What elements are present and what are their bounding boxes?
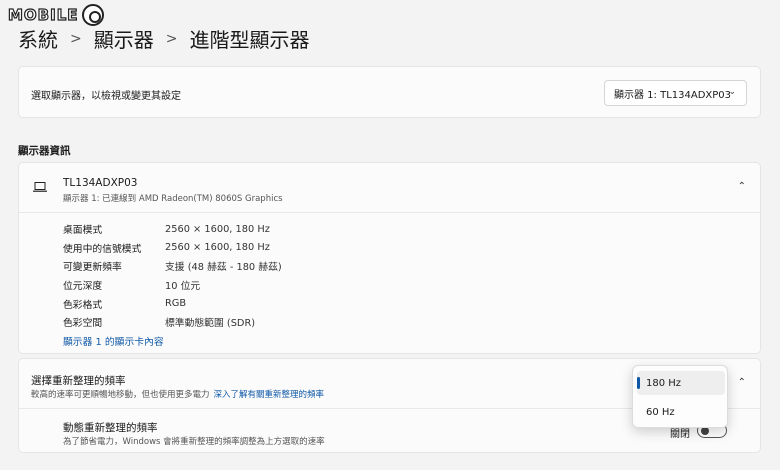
refresh-rate-subtitle: 較高的速率可更順暢地移動，但也使用更多電力 深入了解有關重新整理的頻率 — [31, 390, 325, 400]
breadcrumb: 系統 > 顯示器 > 進階型顯示器 — [18, 24, 309, 53]
refresh-rate-title: 選擇重新整理的頻率 — [31, 375, 126, 387]
monitor-connection: 顯示器 1: 已連線到 AMD Radeon(TM) 8060S Graphic… — [63, 194, 283, 204]
info-row: 色彩空間 標準動態範圍 (SDR) — [63, 318, 256, 330]
learn-more-link[interactable]: 深入了解有關重新整理的頻率 — [214, 390, 325, 400]
display-info-card: TL134ADXP03 顯示器 1: 已連線到 AMD Radeon(TM) 8… — [18, 162, 761, 354]
section-title: 顯示器資訊 — [18, 145, 71, 157]
chevron-right-icon: > — [165, 30, 178, 47]
toggle-knob — [701, 427, 709, 435]
refresh-option-60[interactable]: 60 Hz — [637, 400, 725, 424]
logo-mark-icon — [81, 4, 104, 26]
refresh-option-180[interactable]: 180 Hz — [637, 371, 725, 395]
display-select-card: 選取顯示器，以檢視或變更其設定 顯示器 1: TL134ADXP03 ⌄ — [18, 66, 761, 118]
info-row: 使用中的信號模式 2560 × 1600, 180 Hz — [63, 242, 270, 255]
chevron-up-icon[interactable]: ⌃ — [738, 377, 746, 388]
chevron-right-icon: > — [70, 30, 82, 47]
chevron-down-icon: ⌄ — [728, 87, 736, 97]
breadcrumb-item-system[interactable]: 系統 — [18, 24, 58, 53]
dynamic-refresh-title: 動態重新整理的頻率 — [63, 422, 158, 434]
watermark-logo: MOBILE — [7, 4, 104, 26]
info-row: 桌面模式 2560 × 1600, 180 Hz — [63, 223, 270, 237]
chevron-up-icon[interactable]: ⌃ — [738, 181, 746, 192]
display-select-dropdown[interactable]: 顯示器 1: TL134ADXP03 ⌄ — [604, 80, 747, 106]
monitor-name: TL134ADXP03 — [63, 177, 138, 189]
display-select-value: 顯示器 1: TL134ADXP03 — [614, 89, 732, 101]
info-row: 位元深度 10 位元 — [63, 281, 201, 293]
info-row: 色彩格式 RGB — [63, 298, 187, 311]
info-row: 可變更新頻率 支援 (48 赫茲 - 180 赫茲) — [63, 262, 282, 274]
info-rows: 桌面模式 2560 × 1600, 180 Hz 使用中的信號模式 2560 × 1… — [63, 220, 282, 332]
breadcrumb-item-display[interactable]: 顯示器 — [94, 24, 154, 53]
adapter-properties-link[interactable]: 顯示器 1 的顯示卡內容 — [63, 334, 164, 348]
refresh-rate-dropdown-menu: 180 Hz 60 Hz — [632, 365, 728, 428]
display-info-header[interactable]: TL134ADXP03 顯示器 1: 已連線到 AMD Radeon(TM) 8… — [19, 163, 760, 213]
display-select-label: 選取顯示器，以檢視或變更其設定 — [31, 91, 181, 102]
laptop-icon — [33, 182, 47, 192]
page-title: 進階型顯示器 — [189, 28, 310, 52]
dynamic-refresh-subtitle: 為了節省電力，Windows 會將重新整理的頻率調整為上方選取的速率 — [63, 437, 325, 447]
